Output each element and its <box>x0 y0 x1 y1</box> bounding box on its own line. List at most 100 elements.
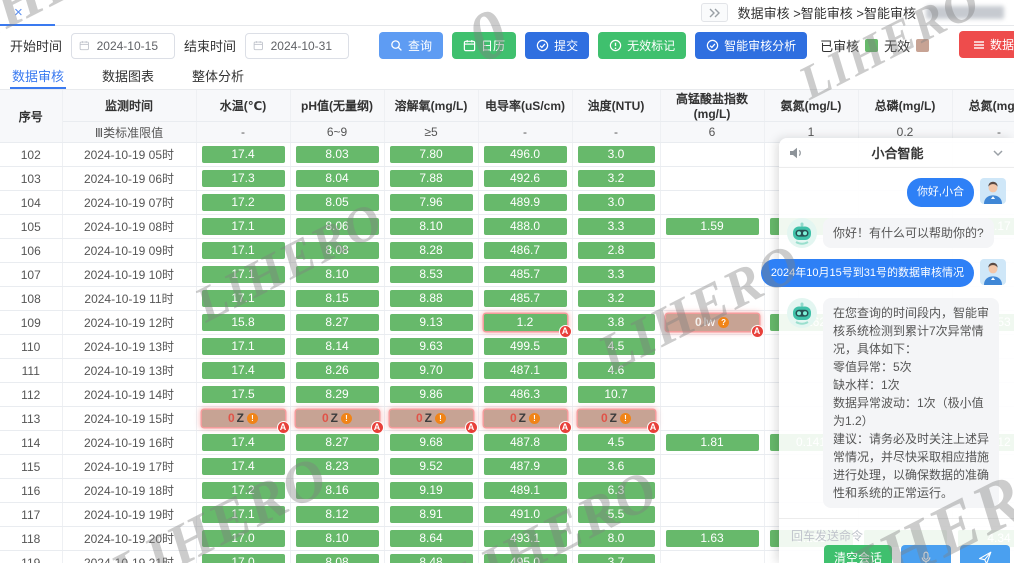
data-cell[interactable]: 8.10 <box>290 526 385 551</box>
value-pill[interactable]: 8.15 <box>295 290 379 307</box>
data-cell[interactable]: 10.7 <box>572 382 661 407</box>
data-cell[interactable]: 0 lw? A <box>660 310 765 338</box>
data-cell[interactable]: 8.10 <box>290 262 385 287</box>
data-cell[interactable]: 9.52 <box>384 454 479 479</box>
data-cell[interactable]: 8.16 <box>290 478 385 503</box>
data-cell[interactable]: 17.1 <box>196 262 291 287</box>
data-cell[interactable]: 8.08 <box>290 550 385 563</box>
data-cell[interactable]: 493.1 <box>478 526 573 551</box>
data-cell[interactable]: 17.1 <box>196 286 291 311</box>
data-cell[interactable]: 489.1 <box>478 478 573 503</box>
value-pill[interactable]: 8.06 <box>295 218 379 235</box>
value-pill[interactable]: 9.19 <box>389 482 473 499</box>
value-pill[interactable]: 17.1 <box>201 338 285 355</box>
value-pill[interactable]: 3.0 <box>577 146 655 163</box>
data-cell[interactable]: 0 Z! A <box>572 406 661 434</box>
data-cell[interactable]: 17.2 <box>196 478 291 503</box>
data-verify-button[interactable]: 数据核实 <box>958 31 1014 58</box>
value-pill[interactable]: 8.0 <box>577 530 655 547</box>
data-cell[interactable]: 4.5 <box>572 334 661 359</box>
value-pill[interactable]: 15.8 <box>201 314 285 331</box>
data-cell[interactable]: 7.96 <box>384 190 479 215</box>
chat-input[interactable] <box>789 528 1004 544</box>
data-cell[interactable]: 8.15 <box>290 286 385 311</box>
data-cell[interactable]: 8.53 <box>384 262 479 287</box>
data-cell[interactable]: 487.8 <box>478 430 573 455</box>
data-cell[interactable]: 3.3 <box>572 214 661 239</box>
data-cell[interactable]: 8.29 <box>290 382 385 407</box>
value-pill[interactable]: 8.10 <box>295 266 379 283</box>
data-cell[interactable]: 487.1 <box>478 358 573 383</box>
data-cell[interactable]: 8.14 <box>290 334 385 359</box>
data-cell[interactable]: 5.5 <box>572 502 661 527</box>
data-cell[interactable]: 17.1 <box>196 334 291 359</box>
value-pill[interactable]: 17.1 <box>201 290 285 307</box>
end-date-value[interactable] <box>268 37 342 54</box>
value-pill[interactable]: 3.7 <box>577 554 655 563</box>
data-cell[interactable]: 499.5 <box>478 334 573 359</box>
value-pill[interactable]: 486.3 <box>483 386 567 403</box>
value-pill[interactable]: 487.8 <box>483 434 567 451</box>
data-cell[interactable]: 0 Z! A <box>196 406 291 434</box>
data-cell[interactable]: 17.4 <box>196 454 291 479</box>
value-pill[interactable]: 2.8 <box>577 242 655 259</box>
query-button[interactable]: 查询 <box>379 32 444 59</box>
invalid-mark-button[interactable]: 无效标记 <box>598 32 687 59</box>
data-cell[interactable]: 8.88 <box>384 286 479 311</box>
data-cell[interactable]: 0 Z! A <box>478 406 573 434</box>
data-cell[interactable]: 0 Z! A <box>384 406 479 434</box>
value-pill[interactable]: 3.2 <box>577 170 655 187</box>
data-cell[interactable]: 17.1 <box>196 214 291 239</box>
value-pill[interactable]: 10.7 <box>577 386 655 403</box>
value-pill[interactable]: 3.3 <box>577 266 655 283</box>
value-pill[interactable]: 8.23 <box>295 458 379 475</box>
value-pill[interactable]: 3.0 <box>577 194 655 211</box>
data-cell[interactable]: 4.5 <box>572 430 661 455</box>
value-pill[interactable]: 0 Z! A <box>577 410 660 434</box>
value-pill[interactable]: 8.16 <box>295 482 379 499</box>
send-button[interactable] <box>960 545 1010 563</box>
data-cell[interactable]: 1.2 A <box>478 310 573 338</box>
chevron-down-icon[interactable] <box>992 147 1004 159</box>
value-pill[interactable]: 0 Z! A <box>389 410 478 434</box>
value-pill[interactable]: 8.10 <box>295 530 379 547</box>
data-cell[interactable]: 1.81 <box>660 430 765 455</box>
value-pill[interactable]: 17.4 <box>201 146 285 163</box>
value-pill[interactable]: 17.1 <box>201 242 285 259</box>
value-pill[interactable]: 493.1 <box>483 530 567 547</box>
data-cell[interactable]: 2.8 <box>572 238 661 263</box>
value-pill[interactable]: 8.29 <box>295 386 379 403</box>
data-cell[interactable]: 3.0 <box>572 142 661 167</box>
data-cell[interactable]: 7.80 <box>384 142 479 167</box>
data-cell[interactable]: 486.3 <box>478 382 573 407</box>
data-cell[interactable]: 17.5 <box>196 382 291 407</box>
value-pill[interactable]: 0 Z! A <box>483 410 572 434</box>
data-cell[interactable]: 8.04 <box>290 166 385 191</box>
mic-button[interactable] <box>901 545 951 563</box>
data-cell[interactable]: 491.0 <box>478 502 573 527</box>
data-cell[interactable]: 8.26 <box>290 358 385 383</box>
value-pill[interactable]: 1.2 A <box>483 314 572 338</box>
data-cell[interactable]: 8.10 <box>384 214 479 239</box>
data-cell[interactable]: 8.06 <box>290 214 385 239</box>
start-date-value[interactable] <box>94 37 168 54</box>
data-cell[interactable]: 8.05 <box>290 190 385 215</box>
data-cell[interactable]: 17.1 <box>196 502 291 527</box>
data-cell[interactable]: 488.0 <box>478 214 573 239</box>
value-pill[interactable]: 8.03 <box>295 146 379 163</box>
value-pill[interactable]: 9.52 <box>389 458 473 475</box>
data-cell[interactable]: 8.0 <box>572 526 661 551</box>
value-pill[interactable]: 0 Z! A <box>295 410 384 434</box>
data-cell[interactable]: 8.64 <box>384 526 479 551</box>
data-cell[interactable]: 492.6 <box>478 166 573 191</box>
value-pill[interactable]: 8.10 <box>389 218 473 235</box>
tab-overall-analysis[interactable]: 整体分析 <box>190 62 246 89</box>
value-pill[interactable]: 0 Z! A <box>201 410 290 434</box>
value-pill[interactable]: 1.81 <box>665 434 759 451</box>
value-pill[interactable]: 8.27 <box>295 314 379 331</box>
end-date-input[interactable] <box>245 32 350 59</box>
data-cell[interactable]: 9.63 <box>384 334 479 359</box>
data-cell[interactable]: 15.8 <box>196 310 291 335</box>
data-cell[interactable]: 3.2 <box>572 166 661 191</box>
value-pill[interactable]: 17.1 <box>201 266 285 283</box>
